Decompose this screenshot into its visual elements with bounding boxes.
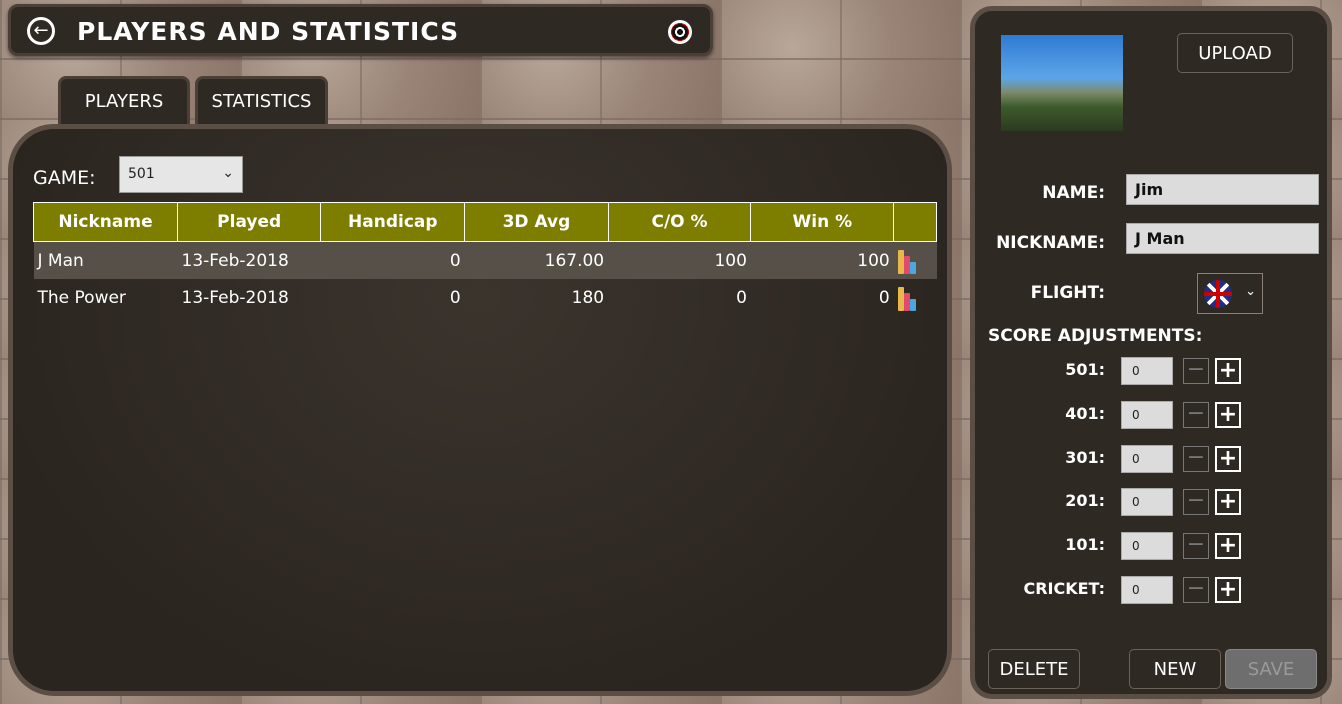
cell-nickname: J Man — [33, 241, 178, 279]
players-panel: GAME: 501 ⌄ Nickname Played Handicap 3D … — [8, 124, 952, 696]
tab-players[interactable]: PLAYERS — [58, 76, 190, 124]
bar-chart-icon[interactable] — [897, 248, 918, 274]
new-button[interactable]: NEW — [1129, 649, 1221, 689]
plus-icon[interactable]: + — [1215, 446, 1241, 472]
minus-icon[interactable]: − — [1183, 446, 1209, 472]
cell-win-pct: 0 — [878, 287, 890, 308]
uk-flag-icon — [1204, 280, 1232, 308]
cell-3d-avg: 167.00 — [464, 241, 609, 279]
name-field[interactable]: Jim — [1126, 174, 1319, 205]
adjustment-input[interactable]: 0 — [1121, 488, 1173, 516]
score-adjustment-row: 501: 0 − + — [975, 357, 1327, 387]
adjustment-label: 201: — [1065, 491, 1105, 510]
col-3d-avg[interactable]: 3D Avg — [464, 202, 609, 242]
score-adjustment-row: CRICKET: 0 − + — [975, 576, 1327, 606]
minus-icon[interactable]: − — [1183, 402, 1209, 428]
score-adjustments-label: SCORE ADJUSTMENTS: — [988, 326, 1203, 346]
chevron-down-icon: ⌄ — [1245, 284, 1256, 299]
minus-icon[interactable]: − — [1183, 489, 1209, 515]
col-checkout-pct[interactable]: C/O % — [607, 202, 752, 242]
adjustment-input[interactable]: 0 — [1121, 445, 1173, 473]
cell-played: 13-Feb-2018 — [177, 241, 321, 279]
col-win-pct[interactable]: Win % — [750, 202, 895, 242]
cell-checkout-pct: 0 — [736, 287, 747, 308]
table-header-row: Nickname Played Handicap 3D Avg C/O % Wi… — [33, 202, 937, 242]
player-photo — [1001, 35, 1123, 131]
adjustment-label: CRICKET: — [1023, 579, 1105, 598]
players-table: Nickname Played Handicap 3D Avg C/O % Wi… — [33, 202, 937, 316]
score-adjustment-row: 201: 0 − + — [975, 488, 1327, 518]
col-nickname[interactable]: Nickname — [33, 202, 178, 242]
cell-stats — [894, 279, 937, 316]
plus-icon[interactable]: + — [1215, 402, 1241, 428]
plus-icon[interactable]: + — [1215, 358, 1241, 384]
adjustment-label: 501: — [1065, 360, 1105, 379]
title-bar: ← PLAYERS AND STATISTICS — [8, 4, 713, 56]
page-title: PLAYERS AND STATISTICS — [77, 17, 460, 46]
nickname-field[interactable]: J Man — [1126, 223, 1319, 254]
minus-icon[interactable]: − — [1183, 358, 1209, 384]
score-adjustment-row: 301: 0 − + — [975, 445, 1327, 475]
back-arrow-icon[interactable]: ← — [27, 17, 55, 45]
player-detail-panel: UPLOAD NAME: Jim NICKNAME: J Man FLIGHT:… — [970, 6, 1332, 699]
cell-stats — [893, 241, 937, 279]
plus-icon[interactable]: + — [1215, 533, 1241, 559]
flight-select[interactable]: ⌄ — [1197, 273, 1263, 314]
adjustment-input[interactable]: 0 — [1121, 357, 1173, 385]
flight-label: FLIGHT: — [1030, 283, 1105, 303]
adjustment-input[interactable]: 0 — [1121, 401, 1173, 429]
tab-statistics[interactable]: STATISTICS — [195, 76, 328, 124]
game-label: GAME: — [33, 167, 96, 189]
adjustment-label: 101: — [1065, 535, 1105, 554]
adjustment-label: 401: — [1065, 404, 1105, 423]
cell-handicap: 0 — [320, 241, 465, 279]
cell-checkout-pct: 100 — [608, 241, 751, 279]
cell-nickname: The Power — [37, 287, 126, 308]
col-played[interactable]: Played — [176, 202, 322, 242]
adjustment-label: 301: — [1065, 448, 1105, 467]
delete-button[interactable]: DELETE — [988, 649, 1080, 689]
adjustment-input[interactable]: 0 — [1121, 532, 1173, 560]
table-row[interactable]: The Power 13-Feb-2018 0 180 0 0 — [34, 279, 937, 316]
game-select-value: 501 — [128, 166, 155, 182]
save-button[interactable]: SAVE — [1225, 649, 1317, 689]
adjustment-input[interactable]: 0 — [1121, 576, 1173, 604]
game-select[interactable]: 501 ⌄ — [119, 156, 243, 193]
col-handicap[interactable]: Handicap — [320, 202, 466, 242]
minus-icon[interactable]: − — [1183, 577, 1209, 603]
minus-icon[interactable]: − — [1183, 533, 1209, 559]
chevron-down-icon: ⌄ — [222, 165, 234, 181]
table-row[interactable]: J Man 13-Feb-2018 0 167.00 100 100 — [33, 241, 937, 279]
cell-handicap: 0 — [449, 287, 461, 308]
plus-icon[interactable]: + — [1215, 489, 1241, 515]
cell-3d-avg: 180 — [571, 287, 605, 308]
nickname-label: NICKNAME: — [996, 233, 1105, 253]
cell-win-pct: 100 — [750, 241, 894, 279]
bar-chart-icon[interactable] — [897, 285, 918, 311]
dartboard-icon — [668, 20, 692, 44]
upload-button[interactable]: UPLOAD — [1177, 33, 1293, 73]
cell-played: 13-Feb-2018 — [181, 287, 289, 308]
score-adjustment-row: 401: 0 − + — [975, 401, 1327, 431]
score-adjustment-row: 101: 0 − + — [975, 532, 1327, 562]
plus-icon[interactable]: + — [1215, 577, 1241, 603]
col-stats-icon — [893, 202, 937, 242]
name-label: NAME: — [1042, 183, 1105, 203]
